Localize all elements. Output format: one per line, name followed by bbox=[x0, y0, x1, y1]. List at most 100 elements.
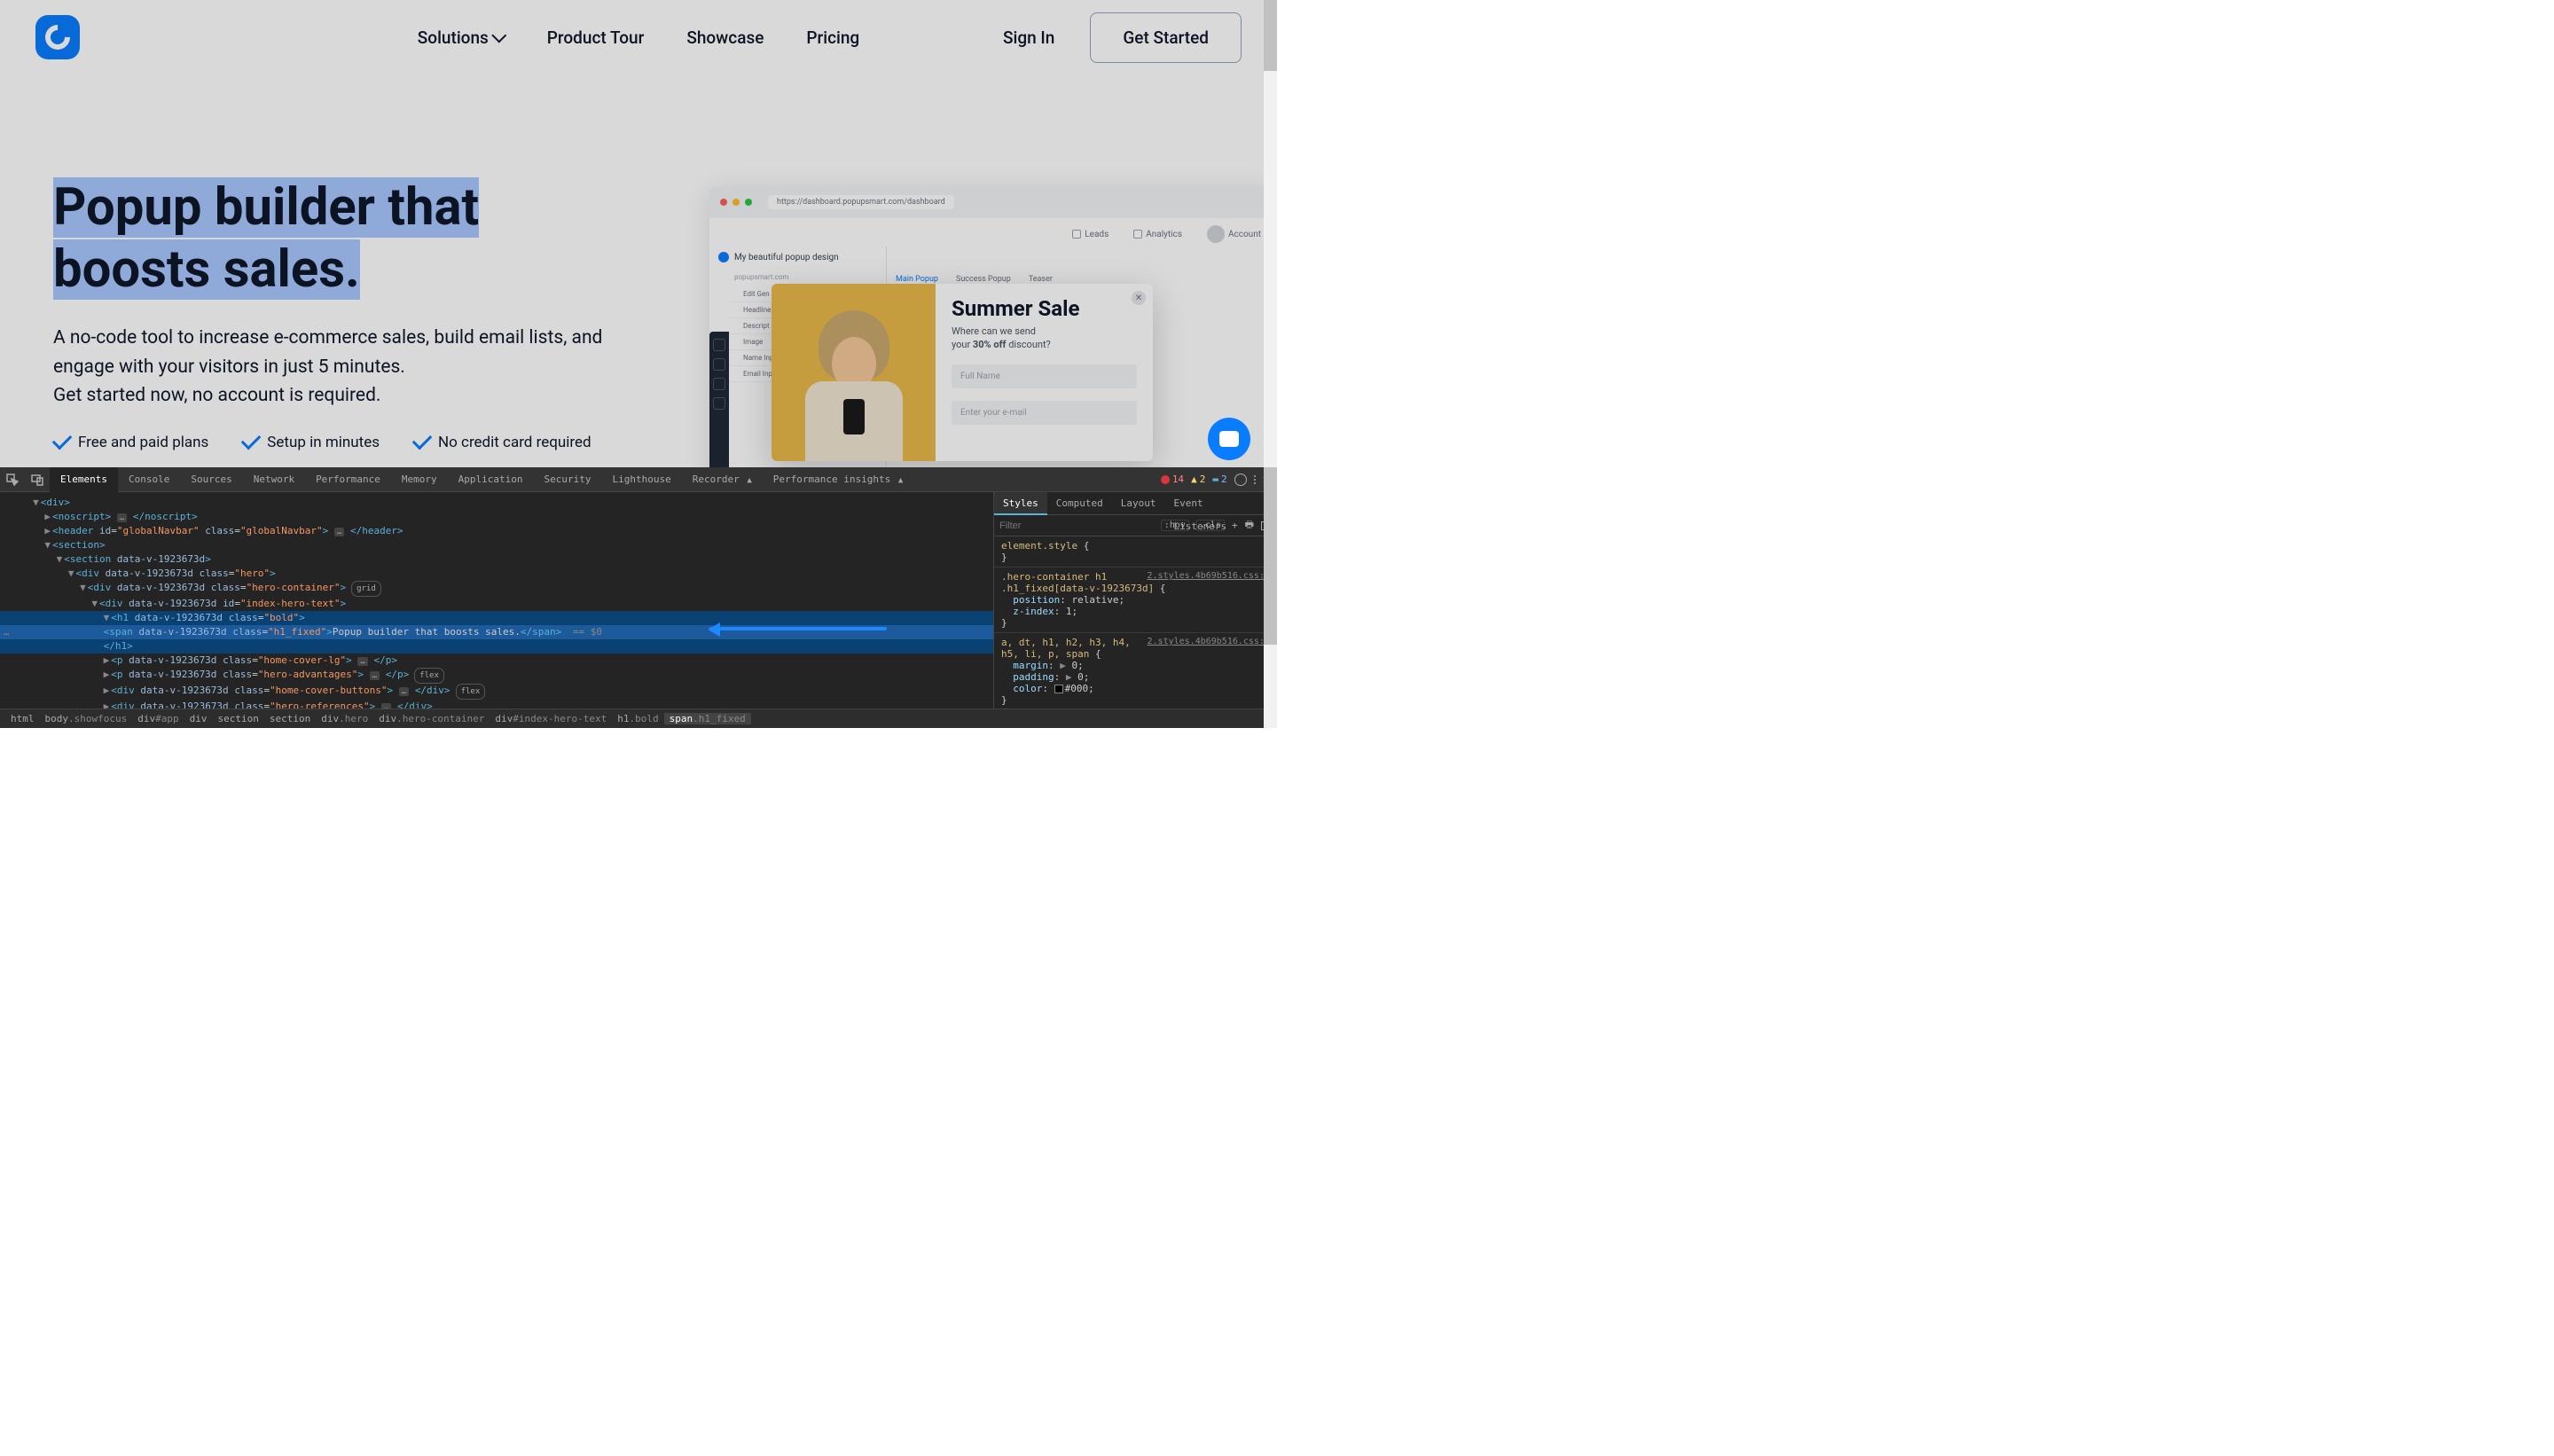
product-mockup: https://dashboard.popupsmart.com/dashboa… bbox=[709, 142, 1277, 479]
hero-headline: Popup builder that boosts sales. bbox=[53, 177, 630, 301]
feature-no-credit: No credit card required bbox=[413, 434, 591, 451]
tab-performance[interactable]: Performance bbox=[305, 467, 391, 492]
crumb[interactable]: div#index-hero-text bbox=[490, 713, 612, 724]
traffic-light-close bbox=[720, 199, 727, 206]
get-started-button[interactable]: Get Started bbox=[1090, 12, 1242, 63]
css-val: 0 bbox=[1077, 671, 1084, 683]
inspect-tool[interactable] bbox=[0, 467, 25, 492]
chevron-down-icon bbox=[491, 28, 506, 43]
settings-icon[interactable] bbox=[1234, 474, 1247, 486]
crumb-selected[interactable]: span.h1_fixed bbox=[664, 713, 751, 724]
topbar-label: Analytics bbox=[1146, 230, 1182, 239]
css-val: #000 bbox=[1065, 683, 1089, 694]
popup-body: ✕ Summer Sale Where can we send your 30%… bbox=[936, 284, 1153, 461]
rule-selector: .hero-container h1 .h1_fixed[data-v-1923… bbox=[1001, 571, 1154, 594]
leads-icon bbox=[1072, 230, 1081, 239]
avatar-icon bbox=[1207, 225, 1225, 243]
scroll-thumb-devtools[interactable] bbox=[1264, 467, 1277, 645]
css-val: 1 bbox=[1066, 606, 1072, 617]
cls-button[interactable]: .cls bbox=[1196, 520, 1225, 531]
tab-memory[interactable]: Memory bbox=[391, 467, 448, 492]
popup-text-line1: Where can we send bbox=[952, 325, 1036, 337]
css-rules[interactable]: element.style {} 2.styles.4b69b516.css:1… bbox=[994, 536, 1277, 708]
crumb[interactable]: section bbox=[212, 713, 263, 724]
crumb[interactable]: div bbox=[184, 713, 213, 724]
feature-setup: Setup in minutes bbox=[242, 434, 380, 451]
rule-source[interactable]: 2.styles.4b69b516.css:1 bbox=[1148, 571, 1270, 581]
topbar-analytics: Analytics bbox=[1133, 225, 1182, 243]
tab-lighthouse[interactable]: Lighthouse bbox=[602, 467, 682, 492]
tab-perf-insights[interactable]: Performance insights ▲ bbox=[763, 467, 914, 492]
css-rule[interactable]: 2.styles.4b69b516.css:1 .hero-container … bbox=[994, 568, 1277, 633]
tab-sources[interactable]: Sources bbox=[180, 467, 242, 492]
tab-application[interactable]: Application bbox=[448, 467, 534, 492]
info-badge[interactable]: ▬2 bbox=[1212, 474, 1226, 485]
stab-listeners[interactable]: Event Listeners bbox=[1164, 492, 1260, 515]
browser-url: https://dashboard.popupsmart.com/dashboa… bbox=[768, 195, 954, 209]
styles-panel: Styles Computed Layout Event Listeners »… bbox=[993, 492, 1277, 708]
hov-button[interactable]: :hov bbox=[1161, 520, 1189, 531]
popup-title: Summer Sale bbox=[952, 296, 1137, 321]
stab-layout[interactable]: Layout bbox=[1112, 492, 1165, 515]
dashboard-topbar: Leads Analytics Account bbox=[1056, 218, 1277, 250]
rule-selector: a, dt, h1, h2, h3, h4, h5, li, p, span bbox=[1001, 637, 1131, 660]
warning-badge[interactable]: ▲2 bbox=[1191, 474, 1205, 485]
feature-label: No credit card required bbox=[438, 434, 591, 451]
check-icon bbox=[52, 430, 73, 450]
tab-network[interactable]: Network bbox=[243, 467, 305, 492]
stab-computed[interactable]: Computed bbox=[1047, 492, 1112, 515]
crumb[interactable]: body.showfocus bbox=[40, 713, 133, 724]
crumb[interactable]: section bbox=[264, 713, 316, 724]
rule-source[interactable]: 2.styles.4b69b516.css:3 bbox=[1148, 637, 1270, 646]
css-rule[interactable]: 2.styles.4b69b516.css:3 a, dt, h1, h2, h… bbox=[994, 633, 1277, 708]
tab-recorder[interactable]: Recorder ▲ bbox=[682, 467, 763, 492]
rail-icon bbox=[713, 339, 725, 351]
tab-elements[interactable]: Elements bbox=[50, 467, 118, 492]
scroll-thumb-top[interactable] bbox=[1264, 0, 1277, 71]
tab-console[interactable]: Console bbox=[118, 467, 180, 492]
popup-text-2a: your bbox=[952, 339, 973, 350]
rule-selector: element.style bbox=[1001, 540, 1077, 552]
popup-name-input: Full Name bbox=[952, 364, 1137, 388]
logo[interactable] bbox=[35, 15, 80, 59]
elements-tree[interactable]: ▼<div> ▶<noscript> … </noscript> ▶<heade… bbox=[0, 492, 993, 708]
tab-security[interactable]: Security bbox=[534, 467, 602, 492]
css-prop: z-index bbox=[1013, 606, 1054, 617]
crumb[interactable]: div#app bbox=[132, 713, 184, 724]
feature-label: Free and paid plans bbox=[78, 434, 208, 451]
nav-solutions-label: Solutions bbox=[418, 27, 489, 48]
crumb[interactable]: div.hero bbox=[316, 713, 373, 724]
page-scrollbar[interactable] bbox=[1264, 0, 1277, 728]
topbar-account: Account bbox=[1207, 225, 1261, 243]
breadcrumb[interactable]: html body.showfocus div#app div section … bbox=[0, 708, 1277, 728]
popup-preview: ✕ Summer Sale Where can we send your 30%… bbox=[772, 284, 1153, 461]
color-swatch[interactable] bbox=[1054, 685, 1063, 693]
nav-pricing[interactable]: Pricing bbox=[806, 27, 859, 48]
popup-close-button: ✕ bbox=[1132, 291, 1146, 305]
dash-logo-icon bbox=[718, 252, 729, 262]
hero-subtitle-line2: Get started now, no account is required. bbox=[53, 385, 380, 406]
check-icon bbox=[241, 430, 262, 450]
crumb[interactable]: div.hero-container bbox=[373, 713, 490, 724]
print-icon[interactable]: 🖶 bbox=[1245, 517, 1254, 534]
device-tool[interactable] bbox=[25, 467, 50, 492]
styles-filter-input[interactable] bbox=[999, 521, 1154, 531]
nav-solutions[interactable]: Solutions bbox=[418, 27, 505, 48]
popup-text-2c: discount? bbox=[1007, 339, 1051, 350]
chat-widget[interactable] bbox=[1208, 418, 1250, 460]
tab-recorder-label: Recorder bbox=[693, 474, 740, 485]
css-rule[interactable]: element.style {} bbox=[994, 536, 1277, 568]
nav-showcase[interactable]: Showcase bbox=[686, 27, 764, 48]
nav-signin[interactable]: Sign In bbox=[1003, 27, 1054, 48]
crumb[interactable]: h1.bold bbox=[612, 713, 663, 724]
css-prop: position bbox=[1013, 594, 1060, 606]
traffic-light-min bbox=[733, 199, 740, 206]
stab-styles[interactable]: Styles bbox=[994, 492, 1047, 515]
dollar-zero: == $0 bbox=[567, 626, 602, 638]
nav-product-tour[interactable]: Product Tour bbox=[547, 27, 645, 48]
error-badge[interactable]: 14 bbox=[1161, 474, 1184, 485]
new-rule-icon[interactable]: + bbox=[1232, 520, 1238, 531]
crumb[interactable]: html bbox=[5, 713, 40, 724]
more-icon[interactable] bbox=[1254, 475, 1256, 484]
traffic-light-max bbox=[745, 199, 752, 206]
